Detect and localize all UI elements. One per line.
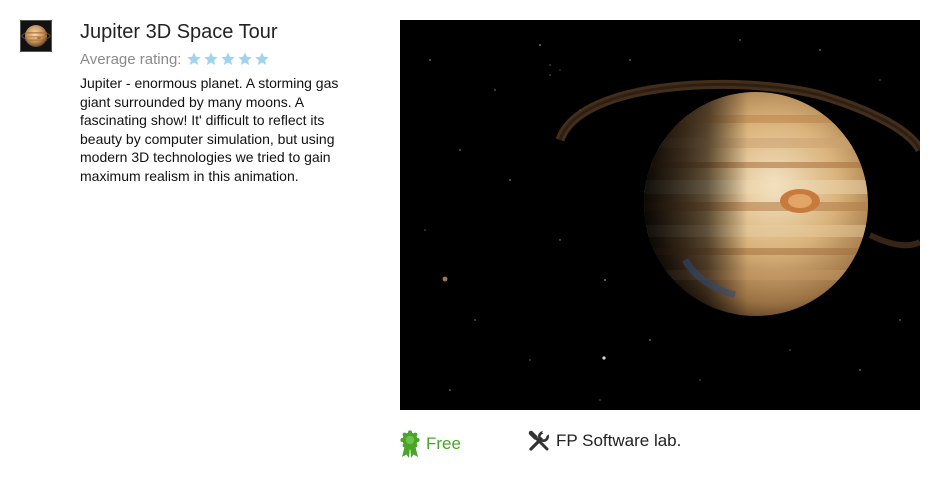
star-icon: [220, 51, 236, 67]
app-screenshot[interactable]: [400, 20, 920, 410]
star-icon: [237, 51, 253, 67]
star-icon: [203, 51, 219, 67]
app-title[interactable]: Jupiter 3D Space Tour: [80, 21, 278, 44]
rating-label: Average rating:: [80, 50, 182, 68]
award-ribbon-icon: [400, 430, 420, 458]
app-description: Jupiter - enormous planet. A storming ga…: [80, 75, 339, 184]
rating-stars: [186, 51, 271, 67]
developer-name[interactable]: FP Software lab.: [556, 431, 681, 451]
price-label: Free: [426, 434, 461, 453]
rating-row: Average rating:: [80, 50, 271, 68]
tools-icon: [528, 430, 550, 451]
star-icon: [186, 51, 202, 67]
developer-info[interactable]: FP Software lab.: [528, 430, 681, 452]
price-badge: Free: [400, 430, 461, 458]
app-icon: [20, 20, 52, 52]
star-icon: [254, 51, 270, 67]
